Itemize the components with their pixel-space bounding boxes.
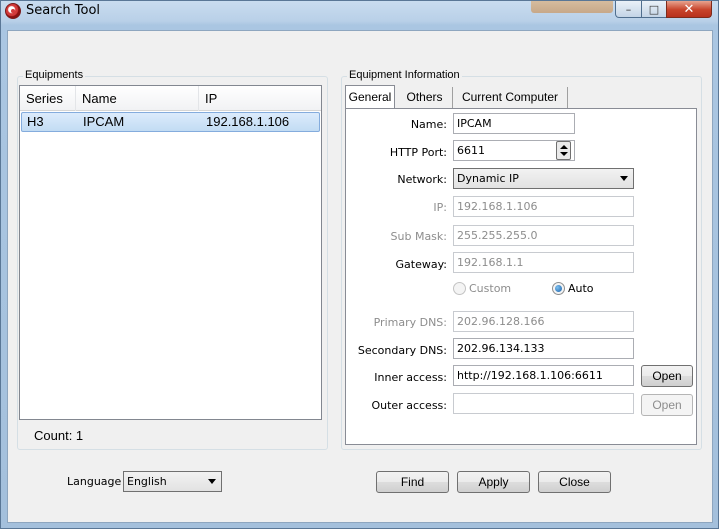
cell-ip: 192.168.1.106 — [206, 114, 290, 129]
dns-auto-radio[interactable] — [552, 282, 565, 295]
name-field[interactable]: IPCAM — [453, 113, 575, 134]
chevron-down-icon — [620, 176, 628, 181]
secondary-dns-label: Secondary DNS: — [357, 344, 447, 357]
inner-access-label: Inner access: — [374, 371, 447, 384]
sub-mask-field[interactable]: 255.255.255.0 — [453, 225, 634, 246]
inner-access-field[interactable]: http://192.168.1.106:6611 — [453, 365, 634, 386]
primary-dns-label: Primary DNS: — [373, 316, 447, 329]
title-decoration — [531, 1, 613, 13]
gateway-label: Gateway: — [395, 258, 448, 271]
sub-mask-label: Sub Mask: — [390, 230, 447, 243]
network-value: Dynamic IP — [457, 172, 519, 185]
dns-custom-radio[interactable] — [453, 282, 466, 295]
chevron-down-icon — [208, 479, 216, 484]
maximize-icon: □ — [648, 2, 660, 16]
cell-series: H3 — [27, 114, 44, 129]
outer-access-field[interactable] — [453, 393, 634, 414]
equipments-group-label: Equipments — [23, 69, 86, 81]
cell-name: IPCAM — [83, 114, 125, 129]
dialog-client-area: Equipments Series Name IP H3 IPCAM 192.1… — [7, 30, 713, 523]
close-icon: ✕ — [683, 1, 695, 17]
outer-access-open-button[interactable]: Open — [641, 394, 693, 416]
language-select[interactable]: English — [123, 471, 222, 492]
column-header-name[interactable]: Name — [76, 86, 199, 111]
spin-up-icon[interactable] — [560, 145, 568, 149]
equipment-list[interactable]: Series Name IP H3 IPCAM 192.168.1.106 — [19, 85, 322, 420]
equipment-information-label: Equipment Information — [347, 69, 462, 81]
primary-dns-field[interactable]: 202.96.128.166 — [453, 311, 634, 332]
column-header-ip[interactable]: IP — [199, 86, 321, 111]
info-tabs: General Others Current Computer — [345, 85, 695, 109]
ip-field[interactable]: 192.168.1.106 — [453, 196, 634, 217]
gateway-field[interactable]: 192.168.1.1 — [453, 252, 634, 273]
outer-access-label: Outer access: — [371, 399, 447, 412]
network-select[interactable]: Dynamic IP — [453, 168, 634, 189]
close-window-button[interactable]: ✕ — [666, 1, 712, 18]
maximize-button[interactable]: □ — [641, 1, 667, 18]
window-title: Search Tool — [26, 3, 101, 18]
minimize-button[interactable]: – — [615, 1, 642, 18]
find-button[interactable]: Find — [376, 471, 449, 493]
tab-general[interactable]: General — [345, 85, 395, 109]
secondary-dns-field[interactable]: 202.96.134.133 — [453, 338, 634, 359]
language-value: English — [127, 475, 167, 488]
apply-button[interactable]: Apply — [457, 471, 530, 493]
list-header: Series Name IP — [20, 86, 321, 111]
http-port-stepper[interactable] — [556, 141, 571, 160]
tab-others[interactable]: Others — [397, 87, 453, 109]
count-label: Count: 1 — [34, 428, 84, 443]
title-bar[interactable]: Search Tool – □ ✕ — [1, 1, 718, 23]
dns-auto-label: Auto — [568, 282, 594, 295]
column-header-series[interactable]: Series — [20, 86, 76, 111]
close-button[interactable]: Close — [538, 471, 611, 493]
minimize-icon: – — [625, 2, 632, 16]
network-label: Network: — [397, 173, 447, 186]
app-logo-icon — [5, 3, 21, 19]
http-port-label: HTTP Port: — [389, 146, 447, 159]
inner-access-open-button[interactable]: Open — [641, 365, 693, 387]
tab-current-computer[interactable]: Current Computer — [453, 87, 568, 109]
spin-down-icon[interactable] — [560, 152, 568, 156]
language-label: Language — [67, 475, 122, 488]
dns-custom-label: Custom — [469, 282, 512, 295]
table-row[interactable]: H3 IPCAM 192.168.1.106 — [21, 112, 320, 132]
ip-label: IP: — [433, 201, 447, 214]
name-label: Name: — [410, 118, 447, 131]
